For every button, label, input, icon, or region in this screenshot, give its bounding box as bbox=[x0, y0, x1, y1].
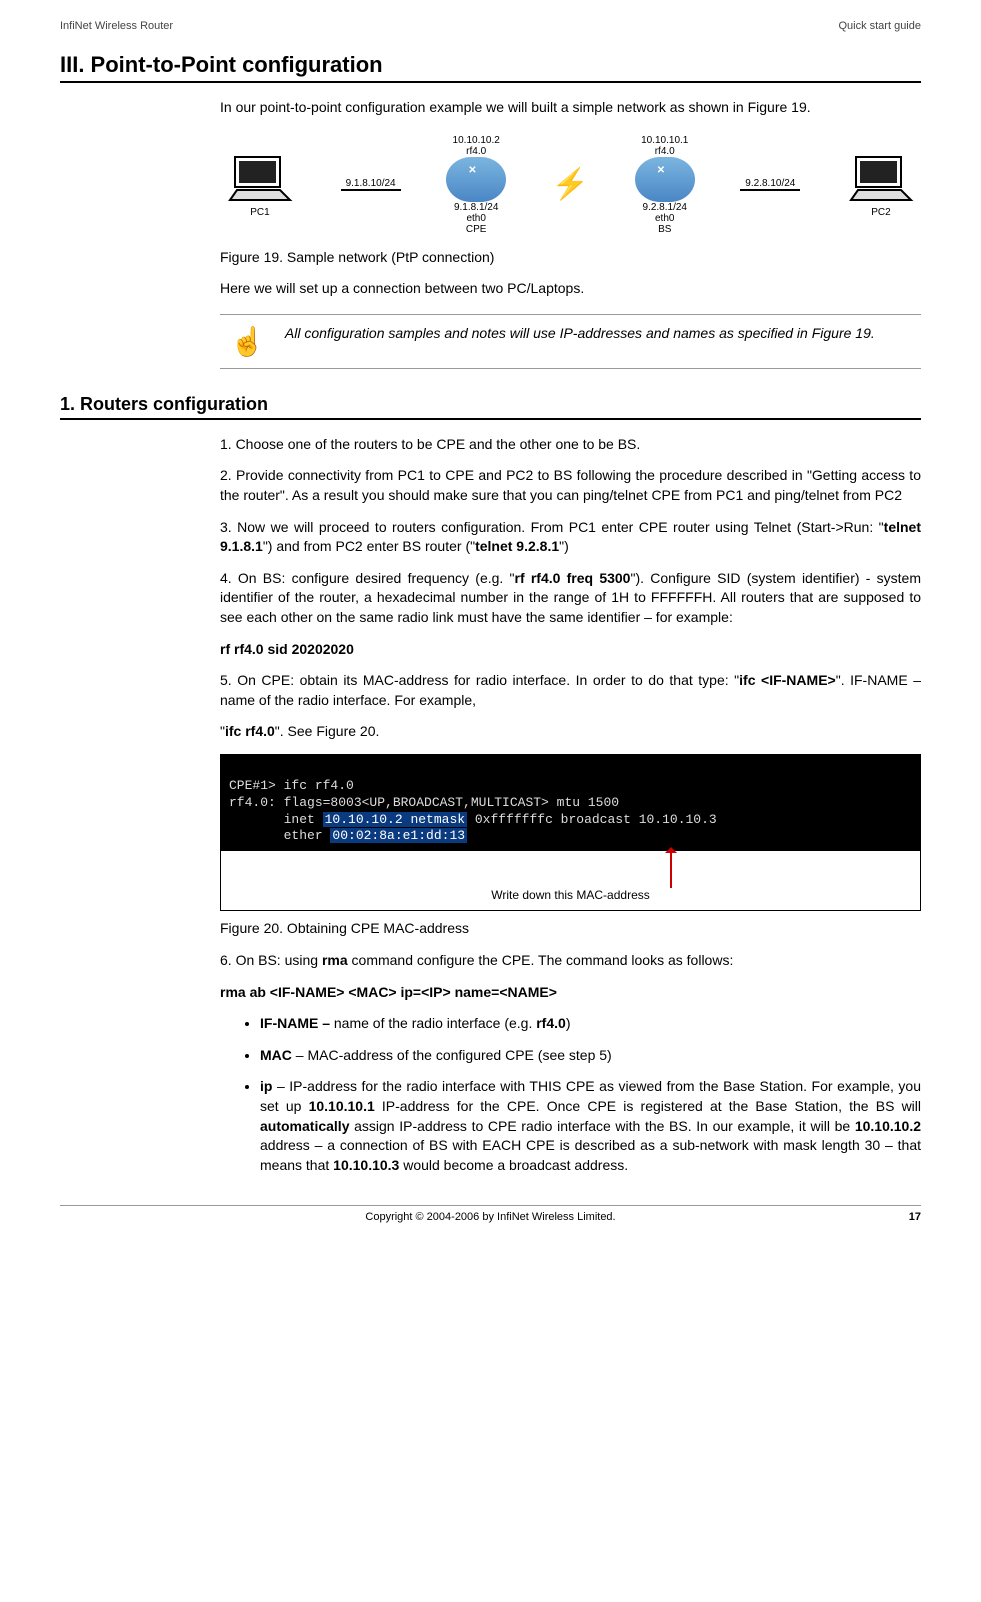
term-line3b: 10.10.10.2 netmask bbox=[323, 812, 467, 827]
term-line3a: inet bbox=[229, 812, 323, 827]
router-icon bbox=[635, 157, 695, 202]
pc2-label: PC2 bbox=[871, 207, 890, 218]
list-item: ip – IP-address for the radio interface … bbox=[260, 1077, 921, 1175]
term-line1: CPE#1> ifc rf4.0 bbox=[229, 778, 354, 793]
pc1-label: PC1 bbox=[250, 207, 269, 218]
cpe-eth-label: 9.1.8.1/24 eth0 bbox=[454, 202, 498, 224]
cpe-label: CPE bbox=[466, 224, 487, 235]
network-diagram: PC1 9.1.8.10/24 10.10.10.2 rf4.0 9.1.8.1… bbox=[220, 130, 921, 240]
router-icon bbox=[446, 157, 506, 202]
term-line2: rf4.0: flags=8003<UP,BROADCAST,MULTICAST… bbox=[229, 795, 619, 810]
step6: 6. On BS: using rma command configure th… bbox=[220, 951, 921, 971]
header-left: InfiNet Wireless Router bbox=[60, 20, 173, 32]
bullet-list: IF-NAME – name of the radio interface (e… bbox=[260, 1014, 921, 1175]
note-box: ☝ All configuration samples and notes wi… bbox=[220, 314, 921, 369]
cpe-rf-label: 10.10.10.2 rf4.0 bbox=[453, 135, 500, 157]
figure19-caption: Figure 19. Sample network (PtP connectio… bbox=[220, 248, 921, 268]
figure20-caption: Figure 20. Obtaining CPE MAC-address bbox=[220, 919, 921, 939]
copyright: Copyright © 2004-2006 by InfiNet Wireles… bbox=[365, 1211, 615, 1223]
step4: 4. On BS: configure desired frequency (e… bbox=[220, 569, 921, 628]
hand-icon: ☝ bbox=[220, 325, 265, 358]
step1: 1. Choose one of the routers to be CPE a… bbox=[220, 435, 921, 455]
step4-command: rf rf4.0 sid 20202020 bbox=[220, 640, 921, 660]
subsection-title: 1. Routers configuration bbox=[60, 394, 921, 420]
term-line4b: 00:02:8a:e1:dd:13 bbox=[330, 828, 467, 843]
step5-example: "ifc rf4.0". See Figure 20. bbox=[220, 722, 921, 742]
section-title: III. Point-to-Point configuration bbox=[60, 52, 921, 83]
step6-command: rma ab <IF-NAME> <MAC> ip=<IP> name=<NAM… bbox=[220, 983, 921, 1003]
bs-rf-label: 10.10.10.1 rf4.0 bbox=[641, 135, 688, 157]
terminal-note: Write down this MAC-address bbox=[221, 888, 920, 910]
list-item: IF-NAME – name of the radio interface (e… bbox=[260, 1014, 921, 1034]
page-number: 17 bbox=[909, 1211, 921, 1223]
pc1-ip: 9.1.8.10/24 bbox=[346, 178, 396, 189]
arrow-icon bbox=[670, 853, 672, 888]
bs-label: BS bbox=[658, 224, 671, 235]
note-text: All configuration samples and notes will… bbox=[285, 325, 921, 341]
footer: Copyright © 2004-2006 by InfiNet Wireles… bbox=[60, 1205, 921, 1223]
list-item: MAC – MAC-address of the configured CPE … bbox=[260, 1046, 921, 1066]
intro-paragraph: In our point-to-point configuration exam… bbox=[220, 98, 921, 118]
laptop-icon bbox=[846, 152, 916, 207]
terminal-screenshot: CPE#1> ifc rf4.0 rf4.0: flags=8003<UP,BR… bbox=[220, 754, 921, 911]
step3: 3. Now we will proceed to routers config… bbox=[220, 518, 921, 557]
pc2-ip: 9.2.8.10/24 bbox=[745, 178, 795, 189]
wireless-link-icon: ⚡ bbox=[552, 167, 589, 202]
step2: 2. Provide connectivity from PC1 to CPE … bbox=[220, 466, 921, 505]
header-right: Quick start guide bbox=[838, 20, 921, 32]
term-line4a: ether bbox=[229, 828, 330, 843]
laptop-icon bbox=[225, 152, 295, 207]
bs-eth-label: 9.2.8.1/24 eth0 bbox=[642, 202, 686, 224]
here-text: Here we will set up a connection between… bbox=[220, 279, 921, 299]
step5: 5. On CPE: obtain its MAC-address for ra… bbox=[220, 671, 921, 710]
term-line3c: 0xfffffffc broadcast 10.10.10.3 bbox=[467, 812, 717, 827]
